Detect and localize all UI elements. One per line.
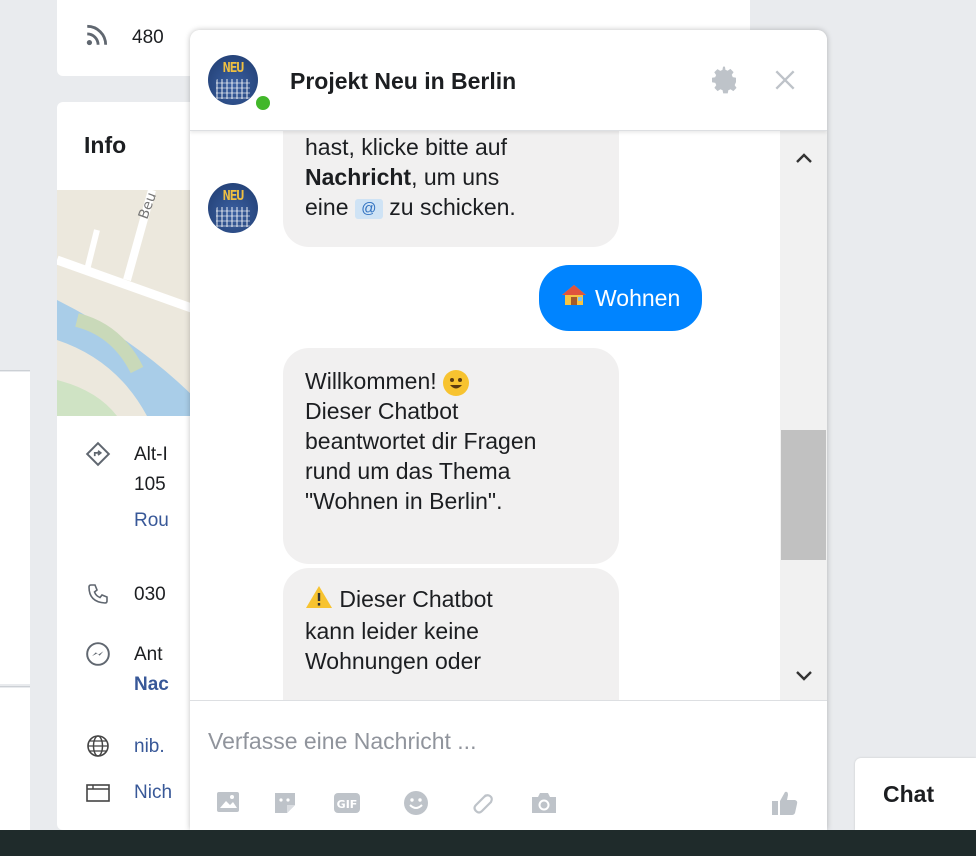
- message-text: Dieser Chatbot: [305, 398, 459, 424]
- address-row: Alt-I 105 Rou: [84, 440, 169, 536]
- message-text: hast, klicke bitte auf: [305, 134, 507, 160]
- followers-row: 480: [84, 22, 164, 54]
- message-text: eine: [305, 194, 349, 220]
- address-line2: 105: [134, 474, 166, 495]
- online-status-dot: [254, 94, 272, 112]
- message-bold-text: Nachricht: [305, 164, 412, 190]
- messenger-chat-window: NEU Projekt Neu in Berlin hast, klicke b…: [190, 30, 827, 830]
- globe-icon: [84, 732, 112, 760]
- messenger-icon: [84, 640, 112, 668]
- left-panel: [0, 372, 30, 684]
- sticker-icon[interactable]: [268, 786, 302, 820]
- message-text: rund um das Thema: [305, 458, 511, 484]
- messenger-response: Ant: [134, 644, 163, 665]
- message-text-line: Dieser Chatbot: [305, 584, 597, 616]
- phone-row: 030: [84, 580, 166, 610]
- like-icon[interactable]: [768, 786, 802, 820]
- left-panel-lower: [0, 688, 30, 830]
- hours-link[interactable]: Nich: [134, 778, 172, 808]
- sent-message-bubble: Wohnen: [539, 265, 703, 331]
- message-text: Willkommen!: [305, 368, 437, 394]
- message-list[interactable]: hast, klicke bitte auf Nachricht, um uns…: [190, 130, 780, 730]
- website-row: nib.: [84, 732, 165, 762]
- message-bubble: Willkommen! Dieser Chatbot beantwortet d…: [283, 348, 619, 564]
- scroll-up-icon[interactable]: [790, 144, 818, 172]
- phone-icon: [84, 580, 112, 608]
- avatar-logo-text: NEU: [222, 61, 244, 76]
- address-line1: Alt-I: [134, 444, 168, 465]
- message-input[interactable]: [206, 727, 730, 756]
- house-icon: [561, 283, 587, 313]
- message-text: zu schicken.: [389, 194, 516, 220]
- hours-row: Nich: [84, 778, 172, 808]
- divider: [0, 686, 30, 687]
- info-title: Info: [84, 132, 127, 158]
- smiley-emoji-icon: [443, 369, 470, 396]
- rss-icon: [84, 22, 110, 54]
- route-link[interactable]: Rou: [134, 506, 169, 536]
- avatar-pattern: [216, 79, 250, 99]
- website-link[interactable]: nib.: [134, 732, 165, 762]
- message-text: Wohnungen oder: [305, 648, 482, 675]
- camera-icon[interactable]: [527, 786, 561, 820]
- gif-icon[interactable]: GIF: [330, 786, 364, 820]
- svg-text:GIF: GIF: [337, 798, 358, 811]
- send-message-link[interactable]: Nac: [134, 670, 169, 700]
- message-text: "Wohnen in Berlin".: [305, 488, 503, 514]
- avatar-pattern: [216, 207, 250, 227]
- divider: [0, 370, 30, 371]
- store-icon: [84, 778, 112, 806]
- chat-sidebar-tab[interactable]: Chat: [855, 758, 976, 830]
- bot-avatar: NEU: [208, 183, 258, 233]
- messenger-row: Ant Nac: [84, 640, 169, 700]
- scrollbar-thumb[interactable]: [781, 430, 826, 560]
- avatar-logo-text: NEU: [222, 189, 244, 204]
- message-composer: GIF: [190, 700, 827, 830]
- message-bubble: hast, klicke bitte auf Nachricht, um uns…: [283, 130, 619, 247]
- chat-header[interactable]: NEU Projekt Neu in Berlin: [190, 30, 827, 131]
- chat-title[interactable]: Projekt Neu in Berlin: [290, 68, 516, 95]
- photo-icon[interactable]: [212, 786, 246, 820]
- message-text-line: eine @ zu schicken.: [305, 192, 597, 222]
- directions-icon: [84, 440, 112, 468]
- scroll-down-icon[interactable]: [790, 662, 818, 690]
- attachment-icon[interactable]: [465, 786, 499, 820]
- chat-tab-label: Chat: [883, 780, 935, 807]
- emoji-icon[interactable]: [399, 786, 433, 820]
- email-emoji-icon: @: [354, 198, 383, 219]
- page-avatar[interactable]: NEU: [208, 55, 258, 105]
- gear-icon[interactable]: [707, 63, 741, 97]
- close-icon[interactable]: [768, 63, 802, 97]
- map-thumbnail[interactable]: Beu: [57, 190, 197, 416]
- followers-count: 480: [132, 27, 164, 48]
- message-text-line: Willkommen!: [305, 366, 597, 396]
- message-text: , um uns: [411, 164, 500, 190]
- message-text: Dieser Chatbot: [339, 586, 493, 612]
- message-text: kann leider keine: [305, 618, 479, 645]
- bottom-bar: [0, 830, 976, 856]
- message-text: beantwortet dir Fragen: [305, 428, 537, 454]
- warning-icon: [305, 585, 333, 616]
- message-text-line: Nachricht, um uns: [305, 162, 597, 192]
- sent-message-text: Wohnen: [595, 284, 681, 311]
- phone-number[interactable]: 030: [134, 580, 166, 610]
